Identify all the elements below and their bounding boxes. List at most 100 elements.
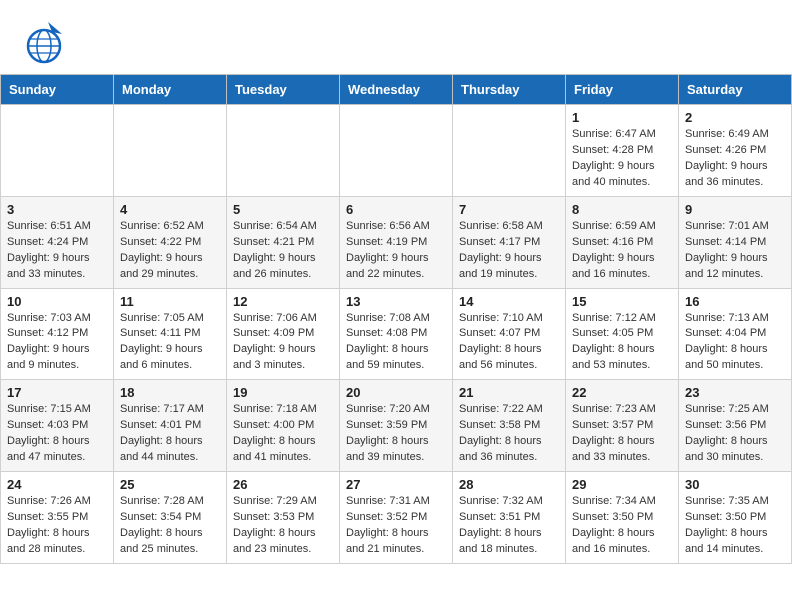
day-info: Sunrise: 7:35 AM Sunset: 3:50 PM Dayligh… (685, 494, 785, 558)
day-number: 3 (7, 202, 107, 217)
day-info: Sunrise: 7:06 AM Sunset: 4:09 PM Dayligh… (233, 311, 333, 375)
table-row: 14 Sunrise: 7:10 AM Sunset: 4:07 PM Dayli… (453, 288, 566, 380)
day-number: 6 (346, 202, 446, 217)
day-number: 23 (685, 385, 785, 400)
header-row: Sunday Monday Tuesday Wednesday Thursday… (1, 75, 792, 105)
day-info: Sunrise: 7:25 AM Sunset: 3:56 PM Dayligh… (685, 402, 785, 466)
day-number: 8 (572, 202, 672, 217)
day-info: Sunrise: 7:15 AM Sunset: 4:03 PM Dayligh… (7, 402, 107, 466)
col-wednesday: Wednesday (340, 75, 453, 105)
table-row: 25 Sunrise: 7:28 AM Sunset: 3:54 PM Dayli… (114, 472, 227, 564)
table-row: 15 Sunrise: 7:12 AM Sunset: 4:05 PM Dayli… (566, 288, 679, 380)
table-row: 17 Sunrise: 7:15 AM Sunset: 4:03 PM Dayli… (1, 380, 114, 472)
day-info: Sunrise: 7:32 AM Sunset: 3:51 PM Dayligh… (459, 494, 559, 558)
table-row (114, 105, 227, 197)
day-number: 29 (572, 477, 672, 492)
calendar-body: 1 Sunrise: 6:47 AM Sunset: 4:28 PM Daylig… (1, 105, 792, 564)
calendar-header: Sunday Monday Tuesday Wednesday Thursday… (1, 75, 792, 105)
table-row: 26 Sunrise: 7:29 AM Sunset: 3:53 PM Dayli… (227, 472, 340, 564)
table-row: 27Sunrise: 7:31 AM Sunset: 3:52 PM Dayli… (340, 472, 453, 564)
day-number: 19 (233, 385, 333, 400)
col-tuesday: Tuesday (227, 75, 340, 105)
table-row: 11Sunrise: 7:05 AM Sunset: 4:11 PM Dayli… (114, 288, 227, 380)
table-row: 5 Sunrise: 6:54 AM Sunset: 4:21 PM Daylig… (227, 196, 340, 288)
day-number: 15 (572, 294, 672, 309)
day-number: 12 (233, 294, 333, 309)
day-number: 28 (459, 477, 559, 492)
day-info: Sunrise: 6:58 AM Sunset: 4:17 PM Dayligh… (459, 219, 559, 283)
table-row: 23 Sunrise: 7:25 AM Sunset: 3:56 PM Dayli… (679, 380, 792, 472)
table-row: 2 Sunrise: 6:49 AM Sunset: 4:26 PM Daylig… (679, 105, 792, 197)
day-info: Sunrise: 7:05 AM Sunset: 4:11 PM Dayligh… (120, 311, 220, 375)
day-number: 30 (685, 477, 785, 492)
logo (20, 18, 74, 66)
day-info: Sunrise: 7:34 AM Sunset: 3:50 PM Dayligh… (572, 494, 672, 558)
day-number: 9 (685, 202, 785, 217)
day-number: 10 (7, 294, 107, 309)
day-number: 21 (459, 385, 559, 400)
day-info: Sunrise: 6:59 AM Sunset: 4:16 PM Dayligh… (572, 219, 672, 283)
table-row: 12 Sunrise: 7:06 AM Sunset: 4:09 PM Dayli… (227, 288, 340, 380)
day-info: Sunrise: 7:29 AM Sunset: 3:53 PM Dayligh… (233, 494, 333, 558)
table-row (340, 105, 453, 197)
day-info: Sunrise: 7:17 AM Sunset: 4:01 PM Dayligh… (120, 402, 220, 466)
table-row (453, 105, 566, 197)
calendar-week-row: 17 Sunrise: 7:15 AM Sunset: 4:03 PM Dayli… (1, 380, 792, 472)
day-number: 2 (685, 110, 785, 125)
table-row: 29 Sunrise: 7:34 AM Sunset: 3:50 PM Dayli… (566, 472, 679, 564)
day-info: Sunrise: 7:26 AM Sunset: 3:55 PM Dayligh… (7, 494, 107, 558)
table-row: 19 Sunrise: 7:18 AM Sunset: 4:00 PM Dayli… (227, 380, 340, 472)
day-info: Sunrise: 7:18 AM Sunset: 4:00 PM Dayligh… (233, 402, 333, 466)
day-info: Sunrise: 7:10 AM Sunset: 4:07 PM Dayligh… (459, 311, 559, 375)
day-number: 25 (120, 477, 220, 492)
table-row: 3 Sunrise: 6:51 AM Sunset: 4:24 PM Daylig… (1, 196, 114, 288)
col-saturday: Saturday (679, 75, 792, 105)
day-info: Sunrise: 7:03 AM Sunset: 4:12 PM Dayligh… (7, 311, 107, 375)
day-info: Sunrise: 7:12 AM Sunset: 4:05 PM Dayligh… (572, 311, 672, 375)
day-number: 5 (233, 202, 333, 217)
day-number: 26 (233, 477, 333, 492)
table-row (1, 105, 114, 197)
day-info: Sunrise: 6:54 AM Sunset: 4:21 PM Dayligh… (233, 219, 333, 283)
day-info: Sunrise: 7:13 AM Sunset: 4:04 PM Dayligh… (685, 311, 785, 375)
calendar-week-row: 10 Sunrise: 7:03 AM Sunset: 4:12 PM Dayli… (1, 288, 792, 380)
day-info: Sunrise: 6:51 AM Sunset: 4:24 PM Dayligh… (7, 219, 107, 283)
table-row: 8 Sunrise: 6:59 AM Sunset: 4:16 PM Daylig… (566, 196, 679, 288)
table-row: 7 Sunrise: 6:58 AM Sunset: 4:17 PM Daylig… (453, 196, 566, 288)
day-info: Sunrise: 6:47 AM Sunset: 4:28 PM Dayligh… (572, 127, 672, 191)
table-row: 4 Sunrise: 6:52 AM Sunset: 4:22 PM Daylig… (114, 196, 227, 288)
table-row: 22 Sunrise: 7:23 AM Sunset: 3:57 PM Dayli… (566, 380, 679, 472)
table-row: 21Sunrise: 7:22 AM Sunset: 3:58 PM Dayli… (453, 380, 566, 472)
day-info: Sunrise: 6:52 AM Sunset: 4:22 PM Dayligh… (120, 219, 220, 283)
page-header (0, 0, 792, 74)
day-info: Sunrise: 7:28 AM Sunset: 3:54 PM Dayligh… (120, 494, 220, 558)
day-number: 22 (572, 385, 672, 400)
table-row: 13 Sunrise: 7:08 AM Sunset: 4:08 PM Dayli… (340, 288, 453, 380)
calendar-week-row: 3 Sunrise: 6:51 AM Sunset: 4:24 PM Daylig… (1, 196, 792, 288)
day-number: 14 (459, 294, 559, 309)
calendar-table: Sunday Monday Tuesday Wednesday Thursday… (0, 74, 792, 564)
table-row: 9 Sunrise: 7:01 AM Sunset: 4:14 PM Daylig… (679, 196, 792, 288)
day-number: 4 (120, 202, 220, 217)
day-info: Sunrise: 6:49 AM Sunset: 4:26 PM Dayligh… (685, 127, 785, 191)
calendar-week-row: 1 Sunrise: 6:47 AM Sunset: 4:28 PM Daylig… (1, 105, 792, 197)
table-row: 1 Sunrise: 6:47 AM Sunset: 4:28 PM Daylig… (566, 105, 679, 197)
table-row (227, 105, 340, 197)
table-row: 30 Sunrise: 7:35 AM Sunset: 3:50 PM Dayli… (679, 472, 792, 564)
table-row: 24 Sunrise: 7:26 AM Sunset: 3:55 PM Dayli… (1, 472, 114, 564)
day-number: 1 (572, 110, 672, 125)
col-friday: Friday (566, 75, 679, 105)
logo-icon (20, 18, 68, 66)
day-number: 27 (346, 477, 446, 492)
calendar-week-row: 24 Sunrise: 7:26 AM Sunset: 3:55 PM Dayli… (1, 472, 792, 564)
day-number: 17 (7, 385, 107, 400)
day-number: 7 (459, 202, 559, 217)
day-info: Sunrise: 7:23 AM Sunset: 3:57 PM Dayligh… (572, 402, 672, 466)
day-info: Sunrise: 7:01 AM Sunset: 4:14 PM Dayligh… (685, 219, 785, 283)
day-number: 13 (346, 294, 446, 309)
table-row: 20Sunrise: 7:20 AM Sunset: 3:59 PM Dayli… (340, 380, 453, 472)
day-number: 24 (7, 477, 107, 492)
col-thursday: Thursday (453, 75, 566, 105)
day-info: Sunrise: 7:08 AM Sunset: 4:08 PM Dayligh… (346, 311, 446, 375)
day-number: 20 (346, 385, 446, 400)
